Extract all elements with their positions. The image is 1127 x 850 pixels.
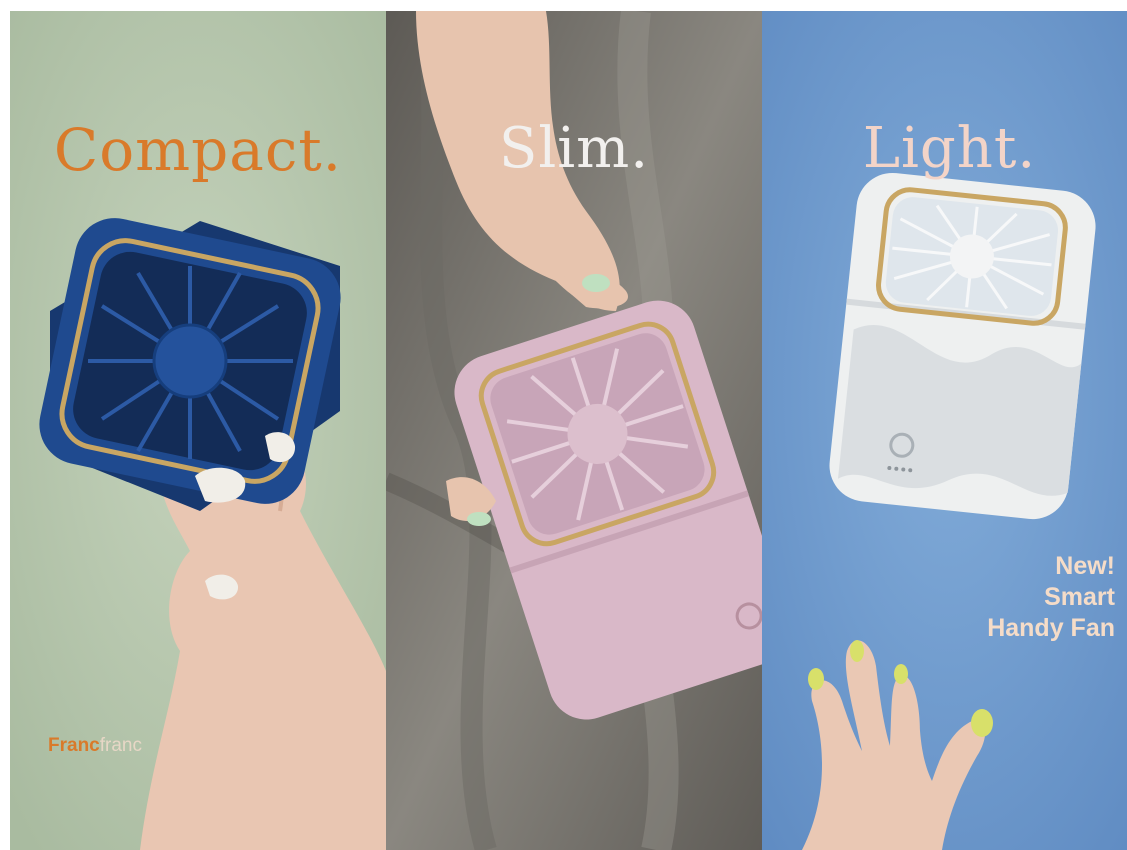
headline-light: Light.	[862, 116, 1037, 181]
tagline-line-1: New!	[1055, 552, 1115, 580]
tagline-line-3: Handy Fan	[987, 614, 1115, 642]
brand-logo-bold: Franc	[48, 735, 100, 756]
tagline: New! Smart Handy Fan	[987, 551, 1115, 644]
brand-logo-light: franc	[99, 735, 142, 756]
panel-compact: Compact. Francfranc	[10, 11, 386, 850]
brand-logo: Francfranc	[48, 735, 142, 757]
panel-light: Light. New! Smart Handy Fan	[762, 11, 1127, 850]
ad-collage: Compact. Francfranc Slim. Light. New! Sm…	[10, 11, 1127, 850]
tagline-line-2: Smart	[1044, 583, 1115, 611]
white-fan	[829, 172, 1096, 520]
panel-slim: Slim.	[386, 11, 762, 850]
headline-slim: Slim.	[498, 116, 650, 181]
headline-compact: Compact.	[53, 116, 343, 184]
